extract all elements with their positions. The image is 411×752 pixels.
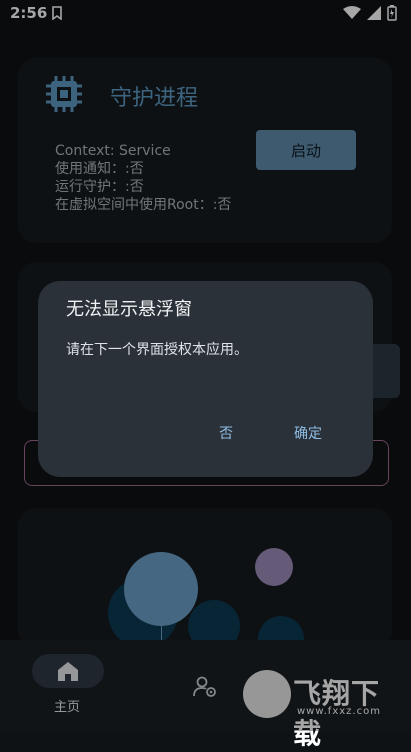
dialog-negative-button[interactable]: 否	[219, 423, 233, 443]
dialog-title: 无法显示悬浮窗	[66, 299, 192, 320]
overlay-permission-dialog: 无法显示悬浮窗 请在下一个界面授权本应用。 否 确定	[38, 281, 373, 477]
dialog-message: 请在下一个界面授权本应用。	[66, 342, 248, 358]
dialog-positive-button[interactable]: 确定	[294, 423, 322, 443]
